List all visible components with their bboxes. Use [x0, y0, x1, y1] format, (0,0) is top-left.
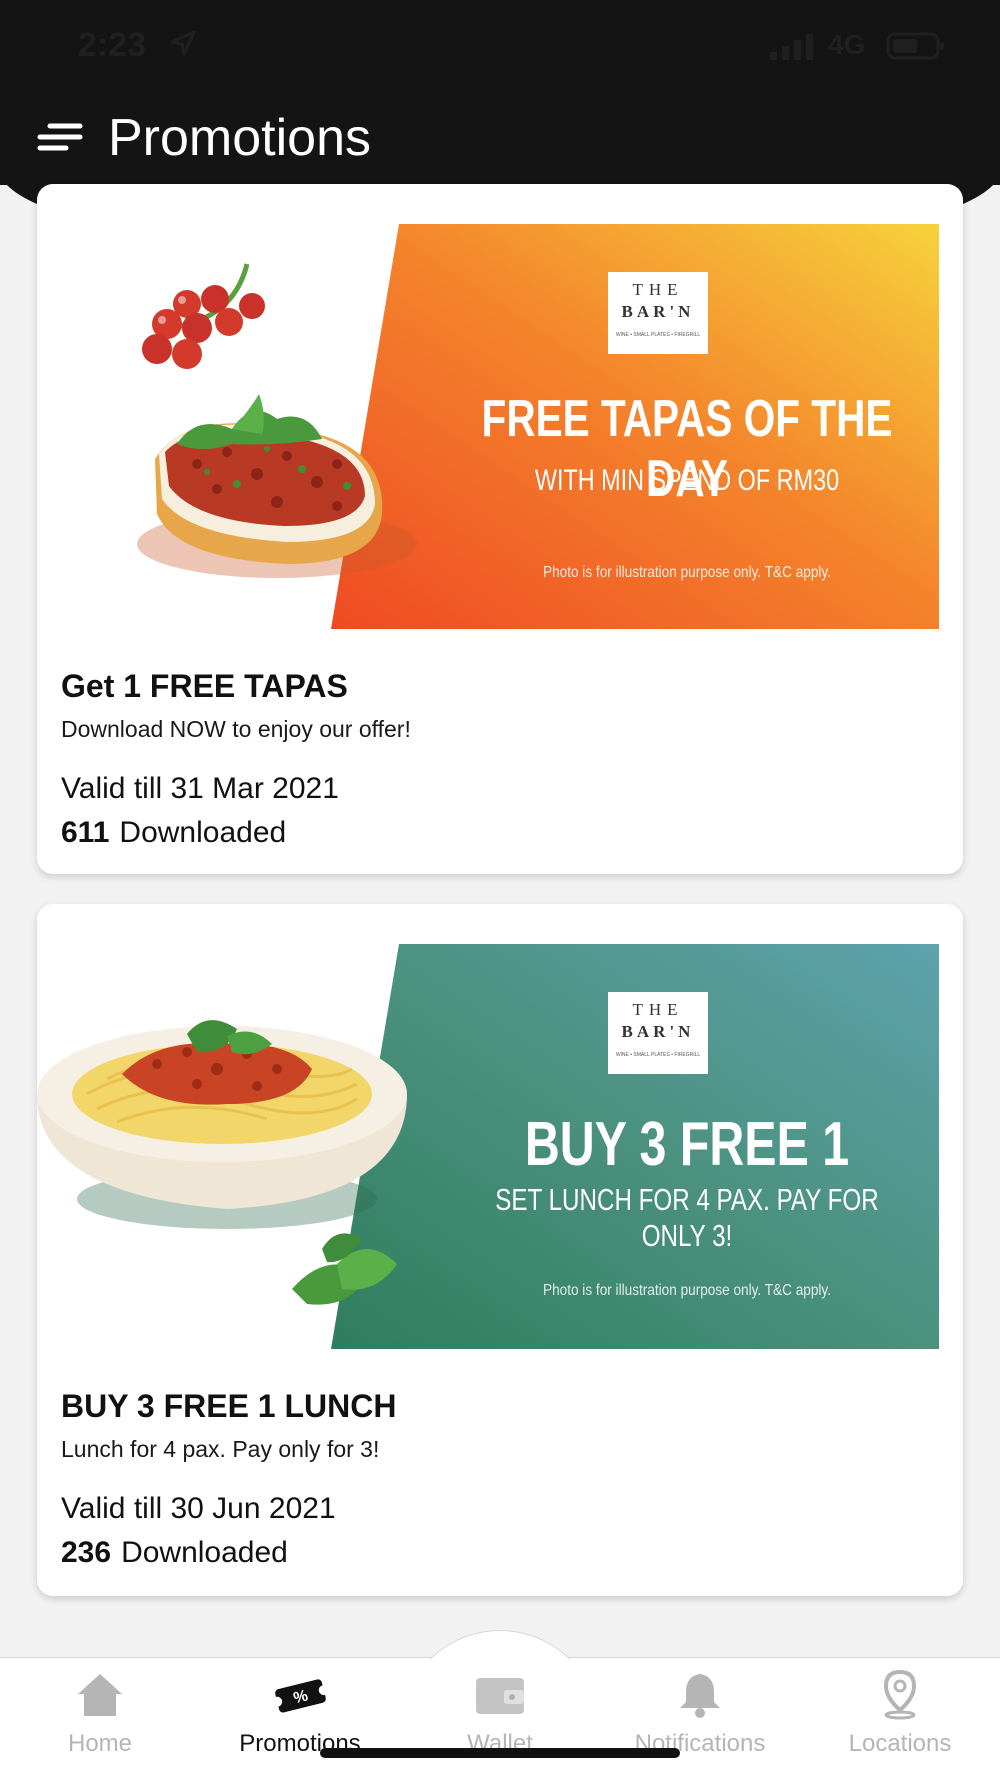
- download-count: 236: [61, 1536, 112, 1569]
- home-icon: [78, 1674, 122, 1716]
- promotion-banner: THE BAR'N WINE • SMALL PLATES • FIREGRIL…: [37, 944, 963, 1349]
- tab-label: Home: [67, 1730, 133, 1757]
- promotion-title: BUY 3 FREE 1 LUNCH: [61, 1388, 397, 1424]
- network-type: 4G: [828, 29, 866, 60]
- tab-notifications[interactable]: Notifications: [600, 1668, 800, 1778]
- ticket-percent-icon: %: [272, 1679, 329, 1713]
- tab-label: Locations: [848, 1730, 952, 1757]
- tapas-illustration: [137, 263, 417, 578]
- menu-icon[interactable]: [36, 122, 84, 152]
- status-bar: 2:23 4G: [0, 20, 1000, 70]
- promotion-description: Download NOW to enjoy our offer!: [61, 716, 411, 742]
- bell-icon: [680, 1674, 720, 1718]
- location-arrow-icon: [170, 30, 196, 56]
- promotion-downloads: 611 Downloaded: [61, 816, 286, 850]
- home-indicator[interactable]: [320, 1748, 680, 1758]
- banner-subline: WITH MIN SPEND OF RM30: [534, 464, 840, 497]
- download-label: Downloaded: [121, 1536, 288, 1569]
- wallet-icon: [476, 1678, 524, 1714]
- banner-subline: SET LUNCH FOR 4 PAX. PAY FOR ONLY 3!: [495, 1182, 879, 1253]
- banner-disclaimer: Photo is for illustration purpose only. …: [542, 1282, 832, 1299]
- promotion-card-tapas[interactable]: THE BAR'N WINE • SMALL PLATES • FIREGRIL…: [37, 184, 963, 874]
- promotion-card-lunch[interactable]: THE BAR'N WINE • SMALL PLATES • FIREGRIL…: [37, 904, 963, 1596]
- promotion-title: Get 1 FREE TAPAS: [61, 668, 348, 704]
- download-count: 611: [61, 816, 110, 849]
- promotion-validity: Valid till 30 Jun 2021: [61, 1492, 336, 1525]
- tab-wallet[interactable]: Wallet: [400, 1668, 600, 1778]
- status-time: 2:23: [78, 26, 147, 64]
- tab-locations[interactable]: Locations: [800, 1668, 1000, 1778]
- battery-icon: [886, 32, 944, 60]
- tab-promotions[interactable]: % Promotions: [200, 1668, 400, 1778]
- download-label: Downloaded: [119, 816, 287, 849]
- banner-disclaimer: Photo is for illustration purpose only. …: [542, 564, 832, 581]
- barn-logo: THE BAR'N WINE • SMALL PLATES • FIREGRIL…: [608, 992, 708, 1074]
- promotion-banner: THE BAR'N WINE • SMALL PLATES • FIREGRIL…: [37, 224, 963, 629]
- page-title: Promotions: [108, 109, 371, 167]
- promotion-description: Lunch for 4 pax. Pay only for 3!: [61, 1436, 380, 1462]
- promotion-downloads: 236 Downloaded: [61, 1536, 288, 1570]
- tab-home[interactable]: Home: [0, 1668, 200, 1778]
- barn-logo: THE BAR'N WINE • SMALL PLATES • FIREGRIL…: [608, 272, 708, 354]
- map-pin-icon: [883, 1669, 917, 1720]
- banner-headline: BUY 3 FREE 1: [524, 1110, 850, 1179]
- signal-icon: [770, 34, 813, 60]
- promotion-validity: Valid till 31 Mar 2021: [61, 772, 339, 805]
- pasta-illustration: [37, 1020, 407, 1305]
